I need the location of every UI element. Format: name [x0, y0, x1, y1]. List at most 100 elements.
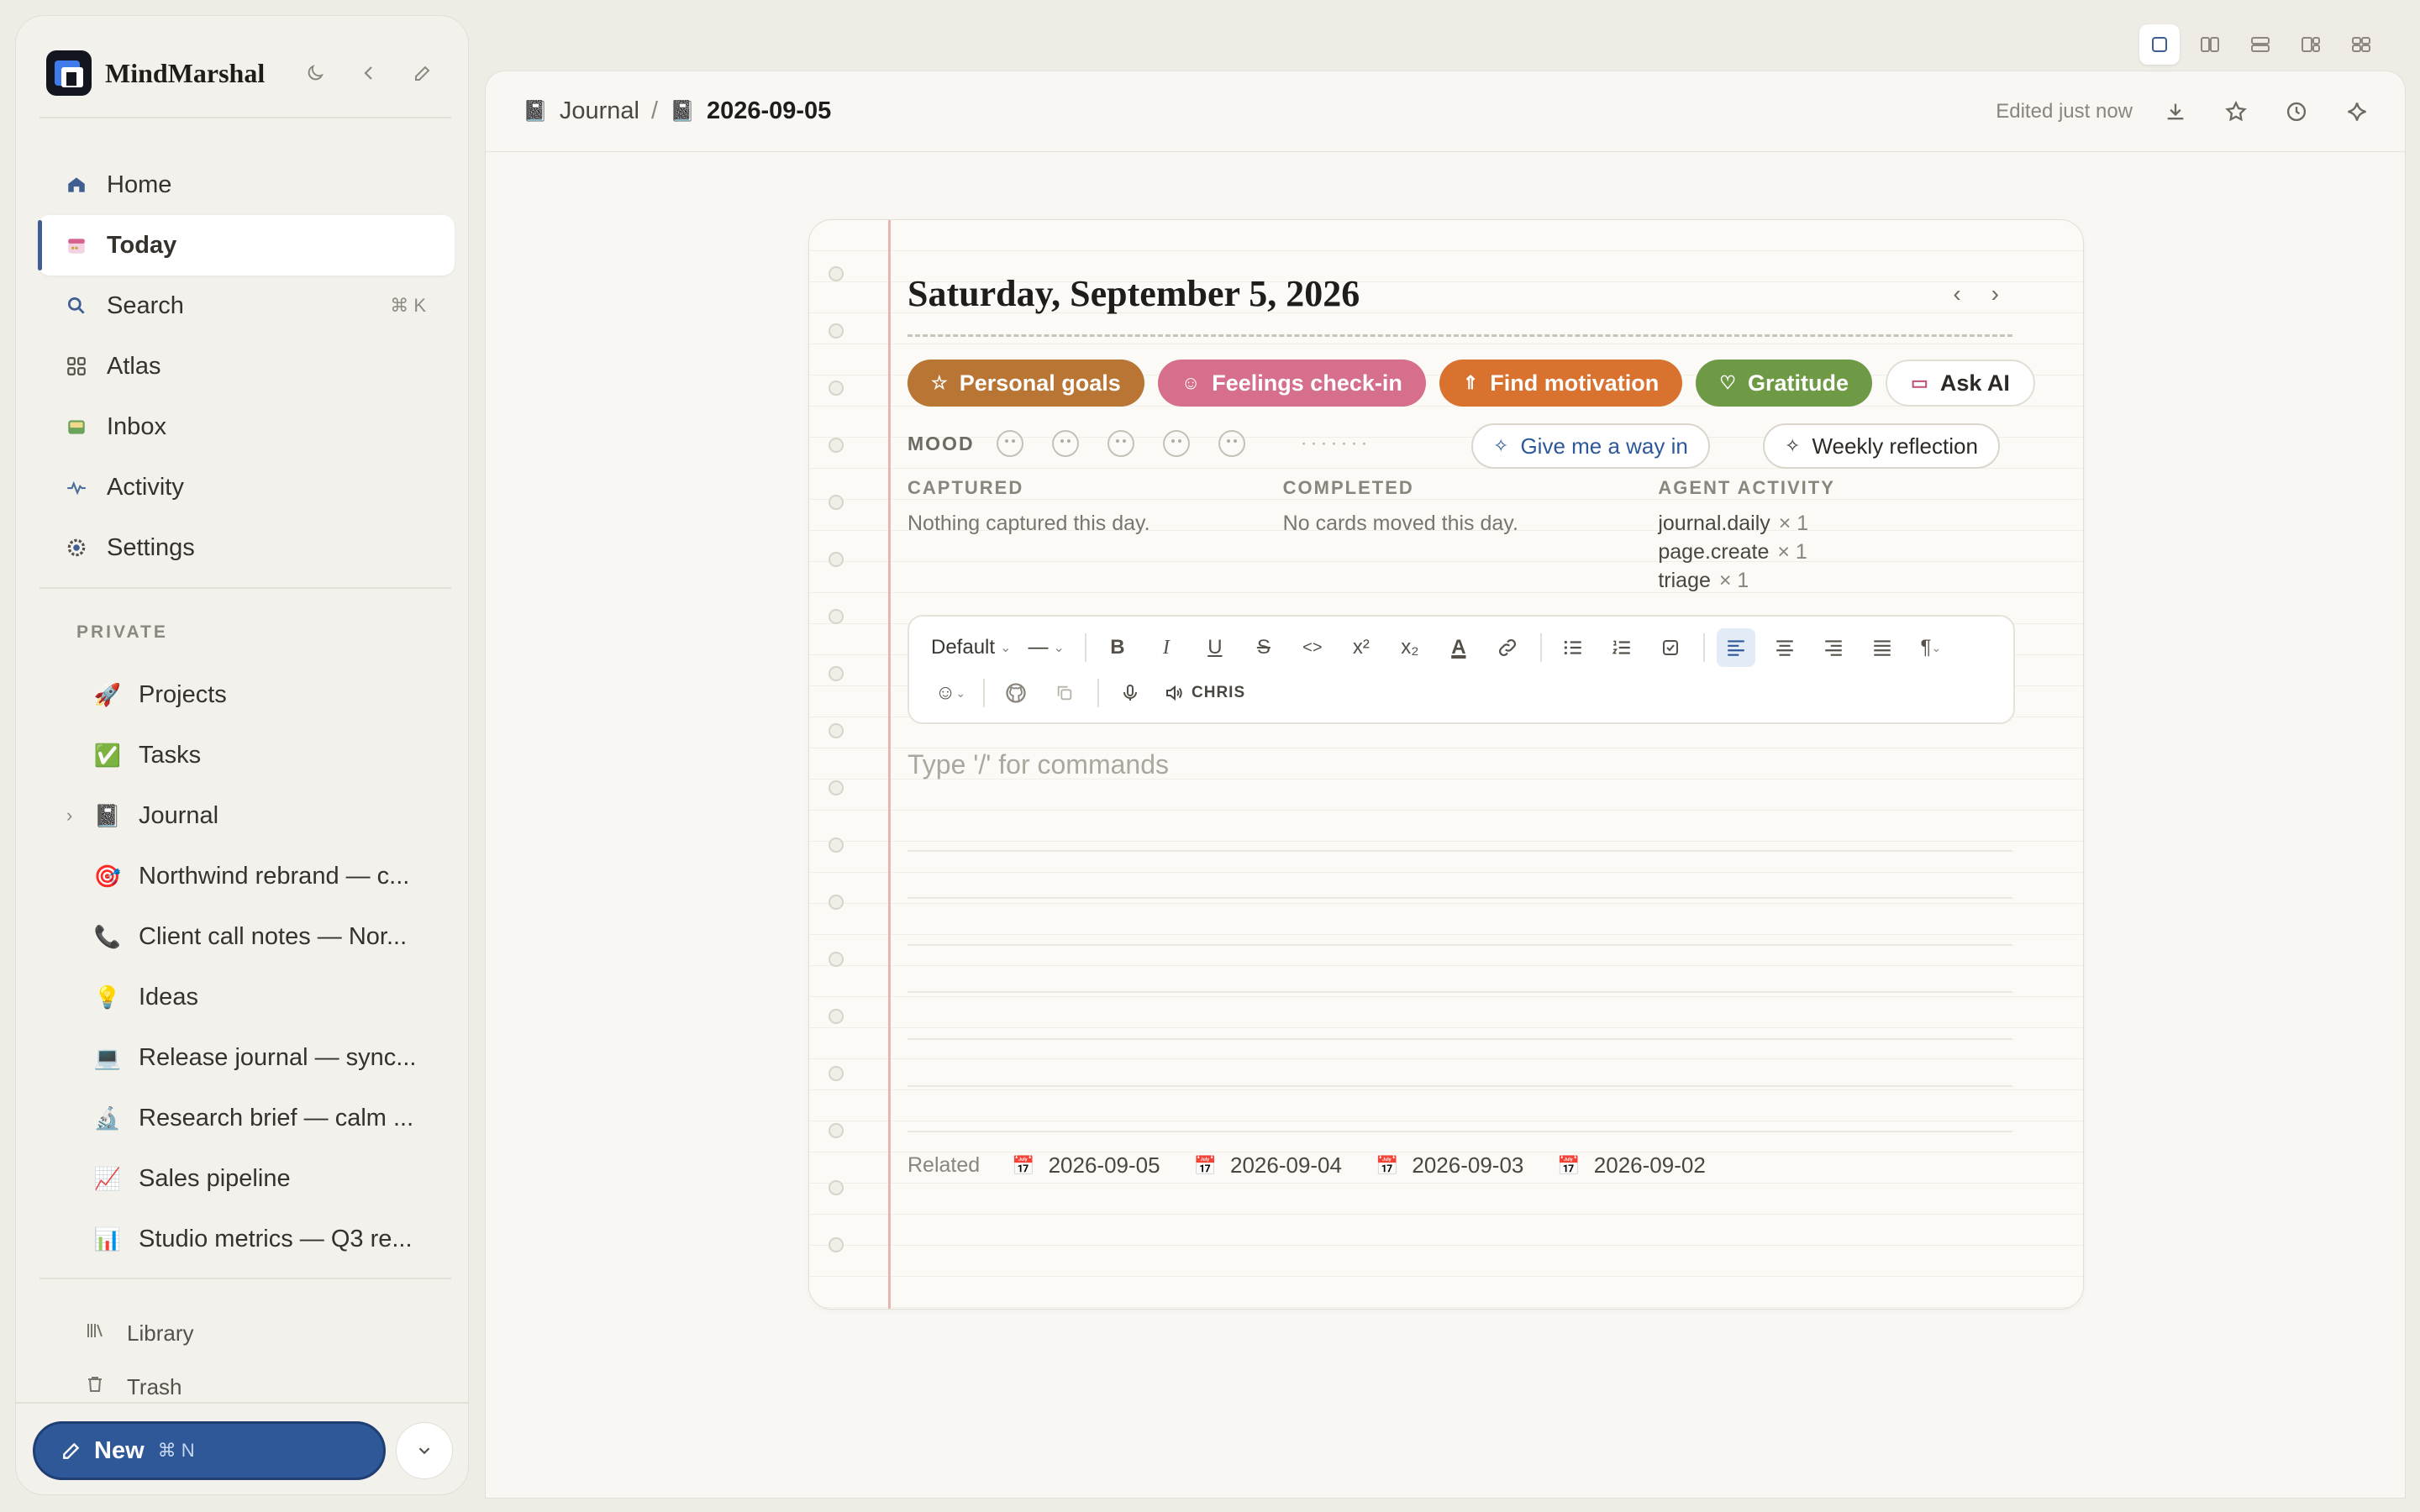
nav-label: Search [107, 291, 184, 319]
bulb-icon: 💡 [93, 984, 122, 1010]
agent-name: journal.daily [1658, 512, 1770, 535]
chip-find-motivation[interactable]: ⇑ Find motivation [1439, 360, 1683, 407]
margin-line [888, 220, 891, 1309]
previous-day-icon[interactable]: ‹ [1953, 281, 1960, 307]
page-item-research-brief[interactable]: 🔬 Research brief — calm ... [38, 1088, 455, 1148]
microphone-icon[interactable] [1111, 674, 1150, 712]
chart-up-icon: 📈 [93, 1165, 122, 1191]
notebook-icon: 📓 [670, 100, 695, 123]
compose-icon[interactable] [411, 61, 434, 85]
inbox-icon [65, 415, 88, 438]
related-entry-link[interactable]: 📅 2026-09-05 [1012, 1152, 1160, 1179]
nav-today[interactable]: Today [38, 215, 455, 276]
library-link[interactable]: Library [85, 1320, 193, 1347]
binder-hole [829, 1237, 844, 1252]
split-horizontal-icon[interactable] [2240, 24, 2281, 65]
related-label: Related [908, 1153, 981, 1177]
give-me-a-way-in-button[interactable]: ✧ Give me a way in [1471, 423, 1710, 469]
link-icon[interactable] [1488, 628, 1527, 667]
numbered-list-icon[interactable] [1602, 628, 1641, 667]
new-button[interactable]: New ⌘ N [33, 1421, 386, 1480]
align-justify-icon[interactable] [1863, 628, 1902, 667]
related-entry-date: 2026-09-02 [1593, 1152, 1706, 1178]
weekly-reflection-button[interactable]: ✧ Weekly reflection [1763, 423, 2000, 469]
align-center-icon[interactable] [1765, 628, 1804, 667]
agent-count: × 1 [1777, 540, 1807, 564]
activity-icon [65, 475, 88, 499]
page-item-ideas[interactable]: 💡 Ideas [38, 967, 455, 1027]
nav-search[interactable]: Search ⌘ K [38, 276, 455, 336]
chip-feelings-check-in[interactable]: ☺ Feelings check-in [1157, 360, 1426, 407]
ask-ai-button[interactable]: ▭ Ask AI [1886, 360, 2035, 407]
text-style-select[interactable]: Default ⌄ [931, 636, 1011, 659]
page-item-journal[interactable]: › 📓 Journal [38, 785, 455, 846]
trash-label: Trash [127, 1374, 182, 1399]
page-item-northwind[interactable]: 🎯 Northwind rebrand — c... [38, 846, 455, 906]
bullet-list-icon[interactable] [1554, 628, 1592, 667]
page-item-projects[interactable]: 🚀 Projects [38, 664, 455, 725]
chip-gratitude[interactable]: ♡ Gratitude [1696, 360, 1873, 407]
related-entry-link[interactable]: 📅 2026-09-04 [1194, 1152, 1342, 1179]
nav-settings[interactable]: Settings [38, 517, 455, 578]
mood-very-sad-icon[interactable] [996, 430, 1023, 457]
nav-activity[interactable]: Activity [38, 457, 455, 517]
split-vertical-icon[interactable] [2190, 24, 2230, 65]
page-item-tasks[interactable]: ✅ Tasks [38, 725, 455, 785]
underline-icon[interactable]: U [1196, 628, 1234, 667]
emoji-icon[interactable]: ☺ ⌄ [931, 674, 970, 712]
collapse-sidebar-icon[interactable] [357, 61, 381, 85]
nav-home[interactable]: Home [38, 155, 455, 215]
copy-icon[interactable] [1045, 674, 1084, 712]
page-item-sales-pipeline[interactable]: 📈 Sales pipeline [38, 1148, 455, 1209]
mood-happy-icon[interactable] [1162, 430, 1190, 457]
next-day-icon[interactable]: › [1991, 281, 1999, 307]
page-item-release-journal[interactable]: 💻 Release journal — sync... [38, 1027, 455, 1088]
trash-link[interactable]: Trash [85, 1374, 182, 1400]
bold-icon[interactable]: B [1098, 628, 1137, 667]
mood-very-happy-icon[interactable] [1218, 430, 1245, 457]
italic-icon[interactable]: I [1147, 628, 1186, 667]
calendar-icon [65, 234, 88, 257]
mood-label: MOOD [908, 432, 975, 454]
mood-sad-icon[interactable] [1051, 430, 1079, 457]
nav-atlas[interactable]: Atlas [38, 336, 455, 396]
chip-personal-goals[interactable]: ☆ Personal goals [908, 360, 1144, 407]
binder-hole [829, 495, 844, 510]
star-icon[interactable] [2222, 97, 2250, 126]
superscript-icon[interactable]: x² [1342, 628, 1381, 667]
related-entry-link[interactable]: 📅 2026-09-03 [1376, 1152, 1523, 1179]
github-icon[interactable] [997, 674, 1035, 712]
editor-input[interactable]: Type '/' for commands [908, 749, 1169, 780]
moon-icon[interactable] [303, 61, 327, 85]
binder-hole [829, 837, 844, 853]
captured-text: Nothing captured this day. [908, 512, 1150, 535]
toolbar-divider [1097, 679, 1099, 707]
new-options-button[interactable] [396, 1422, 453, 1479]
strikethrough-icon[interactable]: S [1244, 628, 1283, 667]
mood-neutral-icon[interactable] [1107, 430, 1134, 457]
nav-inbox[interactable]: Inbox [38, 396, 455, 457]
page-item-client-call[interactable]: 📞 Client call notes — Nor... [38, 906, 455, 967]
quad-pane-icon[interactable] [2341, 24, 2381, 65]
single-pane-icon[interactable] [2139, 24, 2180, 65]
align-left-icon[interactable] [1716, 628, 1755, 667]
page-item-studio-metrics[interactable]: 📊 Studio metrics — Q3 re... [38, 1209, 455, 1269]
heading-select[interactable]: — ⌄ [1028, 636, 1064, 659]
chevron-right-icon[interactable]: › [66, 805, 72, 827]
toolbar-divider [1702, 633, 1705, 662]
code-icon[interactable]: <> [1293, 628, 1332, 667]
checklist-icon[interactable] [1651, 628, 1690, 667]
history-icon[interactable] [2282, 97, 2311, 126]
download-icon[interactable] [2161, 97, 2190, 126]
related-entry-link[interactable]: 📅 2026-09-02 [1557, 1152, 1705, 1179]
subscript-icon[interactable]: x₂ [1391, 628, 1429, 667]
brand[interactable]: MindMarshal [46, 50, 265, 97]
paragraph-icon[interactable]: ¶ ⌄ [1912, 628, 1950, 667]
completed-heading: COMPLETED [1282, 477, 1414, 498]
text-color-icon[interactable]: A [1439, 628, 1478, 667]
sparkle-icon[interactable] [2343, 97, 2371, 126]
breadcrumb-parent[interactable]: Journal [560, 97, 639, 125]
read-aloud-button[interactable]: CHRIS [1160, 674, 1249, 712]
align-right-icon[interactable] [1814, 628, 1853, 667]
three-pane-icon[interactable] [2291, 24, 2331, 65]
